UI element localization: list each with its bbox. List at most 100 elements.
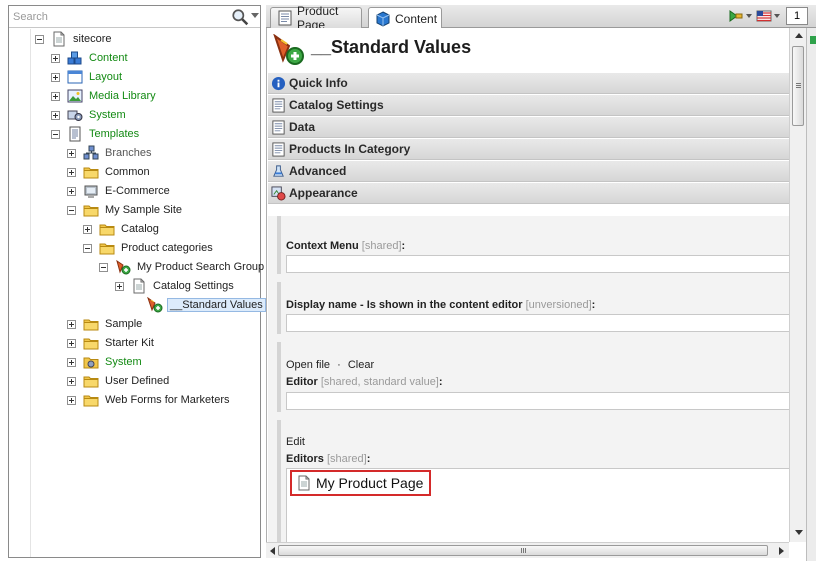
expand-icon[interactable] bbox=[83, 224, 92, 234]
section-title: Appearance bbox=[289, 186, 358, 200]
tree-item-content[interactable]: Content bbox=[51, 49, 130, 67]
horizontal-scroll-thumb[interactable] bbox=[278, 545, 768, 556]
scroll-up-arrow-icon[interactable] bbox=[795, 33, 803, 38]
page-icon bbox=[131, 278, 147, 294]
tree-item-label: E-Commerce bbox=[105, 185, 170, 197]
search-input[interactable] bbox=[13, 9, 225, 25]
collapse-icon[interactable] bbox=[51, 129, 60, 139]
expand-icon[interactable] bbox=[67, 167, 76, 177]
scroll-down-arrow-icon[interactable] bbox=[795, 530, 803, 535]
expand-icon[interactable] bbox=[51, 110, 60, 120]
section-advanced[interactable]: Advanced bbox=[268, 161, 789, 182]
tree-item-web-forms-for-marketers[interactable]: Web Forms for Marketers bbox=[67, 391, 232, 409]
expand-icon[interactable] bbox=[67, 186, 76, 196]
section-catalog-settings[interactable]: Catalog Settings bbox=[268, 95, 789, 116]
tree-item-common[interactable]: Common bbox=[67, 163, 152, 181]
expand-icon[interactable] bbox=[67, 376, 76, 386]
form-icon bbox=[271, 120, 286, 135]
tree-item-label: System bbox=[89, 109, 126, 121]
tree-item-label: Catalog Settings bbox=[153, 280, 234, 292]
search-options-dropdown-icon[interactable] bbox=[251, 13, 259, 18]
clear-link[interactable]: Clear bbox=[348, 359, 374, 371]
tab-content[interactable]: Content bbox=[368, 7, 442, 29]
tree-item-label: Sample bbox=[105, 318, 143, 330]
expand-icon[interactable] bbox=[51, 91, 60, 101]
edit-link[interactable]: Edit bbox=[286, 436, 305, 448]
collapse-icon[interactable] bbox=[67, 205, 76, 215]
tree-item-starter-kit[interactable]: Starter Kit bbox=[67, 334, 156, 352]
us-flag-icon[interactable] bbox=[756, 8, 772, 24]
tree-item-label: __Standard Values bbox=[167, 298, 266, 312]
tree-item-label: Layout bbox=[89, 71, 123, 83]
tab-product-page[interactable]: Product Page bbox=[270, 4, 362, 32]
section-products-in-category[interactable]: Products In Category bbox=[268, 139, 789, 160]
tree-item-media-library[interactable]: Media Library bbox=[51, 87, 158, 105]
tree-item-standard-values[interactable]: __Standard Values bbox=[131, 296, 266, 314]
section-title: Products In Category bbox=[289, 142, 411, 156]
tree-item-user-defined[interactable]: User Defined bbox=[67, 372, 171, 390]
navigate-dropdown-icon[interactable] bbox=[746, 14, 752, 18]
search-icon[interactable] bbox=[231, 8, 249, 26]
tree-item-my-product-search-group[interactable]: My Product Search Group bbox=[99, 258, 266, 276]
open-file-link[interactable]: Open file bbox=[286, 359, 330, 371]
field-label: Editors [shared]: bbox=[286, 453, 371, 465]
collapse-icon[interactable] bbox=[99, 262, 108, 272]
info-icon bbox=[271, 76, 286, 91]
validation-status-icon bbox=[810, 36, 816, 44]
display-name-input[interactable] bbox=[286, 314, 789, 332]
page-icon bbox=[296, 475, 312, 491]
tree-item-label: sitecore bbox=[73, 33, 112, 45]
expand-icon[interactable] bbox=[67, 338, 76, 348]
field-label: Context Menu [shared]: bbox=[286, 240, 406, 252]
version-button[interactable]: 1 bbox=[786, 7, 808, 25]
tree-item-label: Product categories bbox=[121, 242, 213, 254]
tree-item-catalog-settings[interactable]: Catalog Settings bbox=[115, 277, 236, 295]
expand-icon[interactable] bbox=[67, 357, 76, 367]
vertical-scrollbar[interactable] bbox=[789, 28, 806, 542]
expand-icon[interactable] bbox=[67, 395, 76, 405]
navigate-icon[interactable] bbox=[728, 8, 744, 24]
tree-item-branches[interactable]: Branches bbox=[67, 144, 153, 162]
expand-icon[interactable] bbox=[67, 148, 76, 158]
tree-item-e-commerce[interactable]: E-Commerce bbox=[67, 182, 172, 200]
field-editor: Open file · Clear Editor [shared, standa… bbox=[277, 342, 789, 412]
section-title: Quick Info bbox=[289, 76, 348, 90]
tree-item-sample[interactable]: Sample bbox=[67, 315, 144, 333]
section-quick-info[interactable]: Quick Info bbox=[268, 73, 789, 94]
tree-item-layout[interactable]: Layout bbox=[51, 68, 124, 86]
expand-icon[interactable] bbox=[51, 72, 60, 82]
tree-item-system-2[interactable]: System bbox=[67, 353, 144, 371]
vertical-scroll-thumb[interactable] bbox=[792, 46, 804, 126]
expand-icon[interactable] bbox=[51, 53, 60, 63]
editor-input[interactable] bbox=[286, 392, 789, 410]
tree-guide-line bbox=[30, 29, 31, 557]
tree-item-sitecore[interactable]: sitecore bbox=[35, 30, 114, 48]
editors-list-item[interactable]: My Product Page bbox=[290, 470, 432, 496]
form-icon bbox=[271, 142, 286, 157]
collapse-icon[interactable] bbox=[35, 34, 44, 44]
tree-item-system[interactable]: System bbox=[51, 106, 128, 124]
tree-item-label: My Product Search Group bbox=[137, 261, 265, 273]
section-appearance[interactable]: Appearance bbox=[268, 183, 789, 204]
collapse-icon[interactable] bbox=[83, 243, 92, 253]
expand-icon[interactable] bbox=[67, 319, 76, 329]
scroll-right-arrow-icon[interactable] bbox=[779, 547, 784, 555]
context-menu-input[interactable] bbox=[286, 255, 789, 273]
tree-item-catalog[interactable]: Catalog bbox=[83, 220, 161, 238]
language-dropdown-icon[interactable] bbox=[774, 14, 780, 18]
tree-item-my-sample-site[interactable]: My Sample Site bbox=[67, 201, 184, 219]
ecommerce-icon bbox=[83, 183, 99, 199]
expand-icon[interactable] bbox=[115, 281, 124, 291]
scroll-left-arrow-icon[interactable] bbox=[270, 547, 275, 555]
editor-tab-bar: Product Page Content 1 bbox=[266, 4, 816, 32]
horizontal-scrollbar[interactable] bbox=[266, 542, 789, 558]
section-data[interactable]: Data bbox=[268, 117, 789, 138]
page-layout-icon bbox=[277, 10, 293, 26]
system-folder-icon bbox=[83, 354, 99, 370]
tree-item-templates[interactable]: Templates bbox=[51, 125, 141, 143]
tree-item-product-categories[interactable]: Product categories bbox=[83, 239, 215, 257]
tab-label: Content bbox=[395, 11, 438, 26]
tree-item-label: Content bbox=[89, 52, 128, 64]
folder-icon bbox=[99, 240, 115, 256]
editors-list[interactable]: My Product Page bbox=[286, 468, 789, 542]
